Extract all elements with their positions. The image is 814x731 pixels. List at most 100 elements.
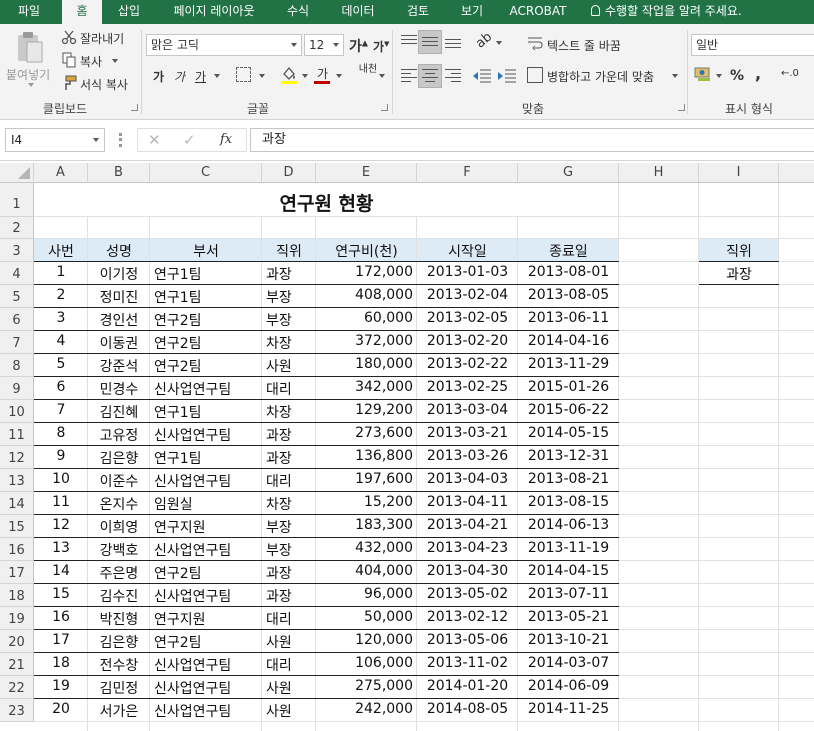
table-cell[interactable]: 2013-02-25 (417, 379, 518, 395)
splitter-handle[interactable] (119, 133, 122, 147)
row-header-6[interactable]: 6 (0, 308, 34, 331)
tab-page-layout[interactable]: 페이지 레이아웃 (160, 0, 268, 24)
table-cell[interactable]: 136,800 (316, 448, 417, 464)
table-cell[interactable]: 신사업연구팀 (150, 540, 262, 560)
row-header-4[interactable]: 4 (0, 262, 34, 285)
table-cell[interactable]: 과장 (262, 563, 316, 583)
table-cell[interactable]: 고유정 (88, 425, 150, 445)
table-cell[interactable]: 사원 (262, 632, 316, 652)
table-cell[interactable]: 대리 (262, 655, 316, 675)
table-cell[interactable]: 273,600 (316, 425, 417, 441)
table-cell[interactable]: 부장 (262, 310, 316, 330)
underline-dropdown-icon[interactable] (214, 74, 220, 78)
table-cell[interactable]: 연구2팀 (150, 356, 262, 376)
table-cell[interactable]: 197,600 (316, 471, 417, 487)
table-cell[interactable]: 정미진 (88, 287, 150, 307)
paste-dropdown-icon[interactable] (28, 83, 34, 87)
table-cell[interactable]: 대리 (262, 379, 316, 399)
table-cell[interactable]: 16 (34, 609, 88, 625)
table-cell[interactable]: 2013-01-03 (417, 264, 518, 280)
paste-icon[interactable] (15, 30, 45, 64)
criteria-value-cell[interactable]: 과장 (699, 264, 779, 284)
table-cell[interactable]: 19 (34, 678, 88, 694)
table-cell[interactable]: 부장 (262, 517, 316, 537)
header-cell[interactable]: 성명 (88, 241, 150, 261)
orientation-dropdown-icon[interactable] (496, 41, 502, 45)
phonetic-dropdown-icon[interactable] (379, 74, 385, 78)
table-cell[interactable]: 8 (34, 425, 88, 441)
fill-color-icon[interactable] (280, 65, 298, 85)
table-cell[interactable]: 180,000 (316, 356, 417, 372)
table-cell[interactable]: 신사업연구팀 (150, 678, 262, 698)
tab-data[interactable]: 데이터 (330, 0, 386, 24)
table-cell[interactable]: 차장 (262, 402, 316, 422)
table-cell[interactable]: 2013-05-21 (518, 609, 619, 625)
font-color-dropdown-icon[interactable] (336, 74, 342, 78)
table-cell[interactable]: 404,000 (316, 563, 417, 579)
table-cell[interactable]: 2014-05-15 (518, 425, 619, 441)
table-cell[interactable]: 2013-11-02 (417, 655, 518, 671)
table-cell[interactable]: 432,000 (316, 540, 417, 556)
row-header-17[interactable]: 17 (0, 561, 34, 584)
table-cell[interactable]: 9 (34, 448, 88, 464)
table-cell[interactable]: 2013-06-11 (518, 310, 619, 326)
row-header-20[interactable]: 20 (0, 630, 34, 653)
format-painter-button[interactable]: 서식 복사 (80, 76, 128, 93)
row-header-18[interactable]: 18 (0, 584, 34, 607)
row-header-16[interactable]: 16 (0, 538, 34, 561)
table-cell[interactable]: 강준석 (88, 356, 150, 376)
table-cell[interactable]: 연구1팀 (150, 287, 262, 307)
insert-function-button[interactable]: fx (220, 132, 232, 147)
worksheet-grid[interactable]: A B C D E F G H I 1 2 3 4 5 6 7 8 9 10 11 12 13 14 15 16 17 18 19 20… (0, 163, 814, 731)
currency-icon[interactable] (694, 65, 712, 83)
table-cell[interactable]: 주은명 (88, 563, 150, 583)
tab-home[interactable]: 홈 (62, 0, 102, 26)
table-cell[interactable]: 242,000 (316, 701, 417, 717)
column-header-g[interactable]: G (518, 163, 619, 183)
table-cell[interactable]: 2014-08-05 (417, 701, 518, 717)
table-cell[interactable]: 신사업연구팀 (150, 379, 262, 399)
table-cell[interactable]: 2014-03-07 (518, 655, 619, 671)
copy-dropdown-icon[interactable] (112, 59, 118, 63)
table-cell[interactable]: 342,000 (316, 379, 417, 395)
border-dropdown-icon[interactable] (259, 74, 265, 78)
table-cell[interactable]: 신사업연구팀 (150, 471, 262, 491)
phonetic-button[interactable]: 내천 (358, 64, 378, 75)
table-cell[interactable]: 연구2팀 (150, 310, 262, 330)
check-icon[interactable]: ✓ (183, 131, 196, 149)
number-format-select[interactable]: 일반 (691, 34, 814, 56)
table-cell[interactable]: 11 (34, 494, 88, 510)
tell-me-box[interactable]: 수행할 작업을 알려 주세요. (591, 0, 742, 24)
row-header-9[interactable]: 9 (0, 377, 34, 400)
table-cell[interactable]: 17 (34, 632, 88, 648)
table-cell[interactable]: 2013-02-04 (417, 287, 518, 303)
header-cell[interactable]: 시작일 (417, 241, 518, 261)
align-bottom-icon[interactable] (445, 34, 461, 48)
table-cell[interactable]: 임원실 (150, 494, 262, 514)
table-cell[interactable]: 강백호 (88, 540, 150, 560)
table-cell[interactable]: 대리 (262, 609, 316, 629)
table-cell[interactable]: 부장 (262, 287, 316, 307)
table-cell[interactable]: 2013-04-21 (417, 517, 518, 533)
tab-view[interactable]: 보기 (450, 0, 494, 24)
table-cell[interactable]: 이기정 (88, 264, 150, 284)
table-cell[interactable]: 408,000 (316, 287, 417, 303)
table-cell[interactable]: 사원 (262, 678, 316, 698)
clipboard-launcher-icon[interactable] (131, 104, 138, 111)
table-cell[interactable]: 차장 (262, 494, 316, 514)
font-name-select[interactable]: 맑은 고딕 (146, 34, 302, 56)
table-cell[interactable]: 2014-04-15 (518, 563, 619, 579)
table-cell[interactable]: 2014-01-20 (417, 678, 518, 694)
table-cell[interactable]: 신사업연구팀 (150, 655, 262, 675)
table-cell[interactable]: 2014-06-09 (518, 678, 619, 694)
row-header-7[interactable]: 7 (0, 331, 34, 354)
table-cell[interactable]: 연구2팀 (150, 333, 262, 353)
table-cell[interactable]: 172,000 (316, 264, 417, 280)
table-cell[interactable]: 온지수 (88, 494, 150, 514)
currency-dropdown-icon[interactable] (716, 74, 722, 78)
tab-insert[interactable]: 삽입 (108, 0, 150, 24)
table-cell[interactable]: 연구1팀 (150, 402, 262, 422)
criteria-header-cell[interactable]: 직위 (699, 241, 779, 261)
percent-button[interactable]: % (730, 68, 744, 84)
row-header-11[interactable]: 11 (0, 423, 34, 446)
